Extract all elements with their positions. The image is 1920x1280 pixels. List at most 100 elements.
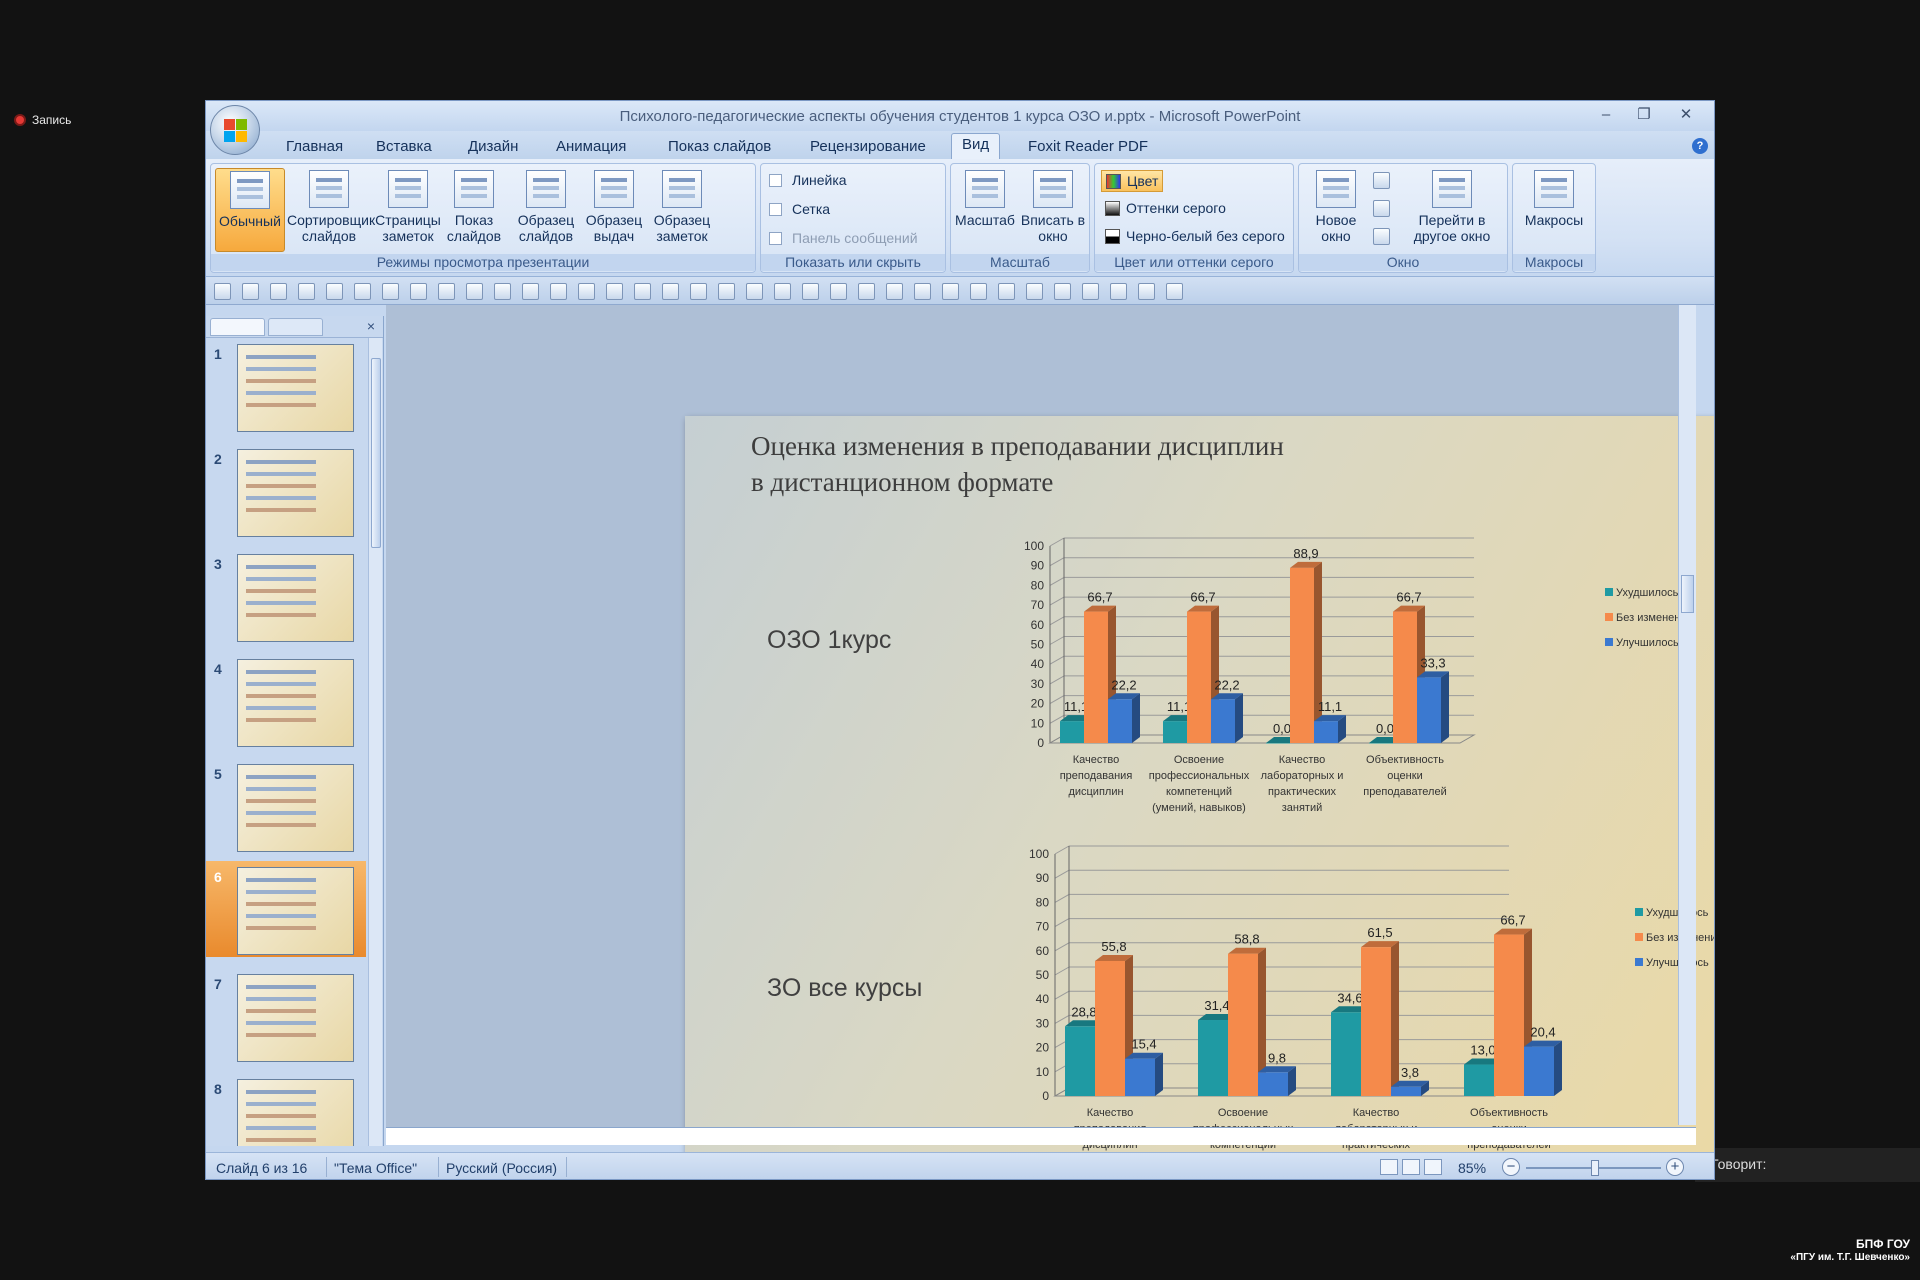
bar: [1494, 934, 1524, 1096]
textbox-icon[interactable]: [606, 283, 623, 300]
group-icon[interactable]: [578, 283, 595, 300]
crop-icon[interactable]: [438, 283, 455, 300]
send-back-icon[interactable]: [830, 283, 847, 300]
tab-slideshow[interactable]: Показ слайдов: [658, 136, 781, 157]
distribute-icon[interactable]: [970, 283, 987, 300]
slide-scrollbar[interactable]: [1678, 305, 1696, 1125]
align-icon[interactable]: [550, 283, 567, 300]
find-icon[interactable]: [662, 283, 679, 300]
switch-window-button[interactable]: Перейти в другое окно: [1399, 168, 1505, 252]
picture-icon[interactable]: [410, 283, 427, 300]
rotate-icon[interactable]: [1110, 283, 1127, 300]
notes-pane[interactable]: [386, 1127, 1696, 1145]
macros-button[interactable]: Макросы: [1519, 168, 1589, 252]
thumbnail-scrollbar[interactable]: [368, 338, 382, 1146]
office-button[interactable]: [210, 105, 260, 155]
gridline-diagonal: [1054, 918, 1070, 928]
customize-icon[interactable]: [1166, 283, 1183, 300]
thumbnail-slide-6[interactable]: 6: [206, 861, 366, 957]
category-label: оценки: [1387, 770, 1422, 782]
thumbnail-slide-3[interactable]: 3: [206, 548, 366, 644]
language-indicator[interactable]: Русский (Россия): [446, 1160, 557, 1176]
tab-animation[interactable]: Анимация: [546, 136, 636, 157]
tab-outline[interactable]: [268, 318, 323, 336]
tab-view[interactable]: Вид: [951, 133, 1001, 160]
sorter-view-status-icon[interactable]: [1402, 1159, 1420, 1175]
zoom-button[interactable]: Масштаб: [953, 168, 1017, 252]
save-icon[interactable]: [214, 283, 231, 300]
grayscale-button[interactable]: Оттенки серого: [1101, 198, 1230, 218]
bring-front-icon[interactable]: [802, 283, 819, 300]
fit-to-window-button[interactable]: Вписать в окно: [1019, 168, 1087, 252]
zoom-out-icon[interactable]: −: [1502, 1158, 1520, 1176]
minimize-button[interactable]: –: [1592, 104, 1620, 126]
current-slide[interactable]: Оценка изменения в преподавании дисципли…: [685, 416, 1714, 1179]
move-split-icon[interactable]: [1373, 228, 1390, 245]
bar: [1125, 1058, 1155, 1096]
thumbnail-slide-4[interactable]: 4: [206, 653, 366, 749]
chart-icon[interactable]: [886, 283, 903, 300]
table-icon[interactable]: [522, 283, 539, 300]
new-slide-icon[interactable]: [1026, 283, 1043, 300]
thumbnail-slide-2[interactable]: 2: [206, 443, 366, 539]
slide-sorter-button[interactable]: Сортировщик слайдов: [287, 168, 375, 252]
slideshow-status-icon[interactable]: [1424, 1159, 1442, 1175]
paste-icon[interactable]: [998, 283, 1015, 300]
preview-icon[interactable]: [354, 283, 371, 300]
spelling-icon[interactable]: [718, 283, 735, 300]
color-button[interactable]: Цвет: [1101, 170, 1164, 192]
tab-design[interactable]: Дизайн: [458, 136, 528, 157]
notes-master-button[interactable]: Образец заметок: [649, 168, 715, 252]
pane-close-icon[interactable]: ×: [367, 318, 375, 334]
tab-review[interactable]: Рецензирование: [800, 136, 936, 157]
format-icon[interactable]: [466, 283, 483, 300]
zoom-in-icon[interactable]: +: [1666, 1158, 1684, 1176]
slide-scroll-thumb[interactable]: [1681, 575, 1694, 613]
email-icon[interactable]: [382, 283, 399, 300]
tab-home[interactable]: Главная: [276, 136, 353, 157]
ruler-checkbox[interactable]: Линейка: [769, 172, 847, 188]
copy-icon[interactable]: [494, 283, 511, 300]
layout-icon[interactable]: [1054, 283, 1071, 300]
thumbnail-slide-8[interactable]: 8: [206, 1073, 366, 1146]
pure-bw-button[interactable]: Черно-белый без серого: [1101, 226, 1289, 246]
undo-dropdown-icon[interactable]: [270, 283, 287, 300]
zoom-icon[interactable]: [1138, 283, 1155, 300]
thumbnail-slide-1[interactable]: 1: [206, 338, 366, 434]
replace-icon[interactable]: [690, 283, 707, 300]
redo-icon[interactable]: [298, 283, 315, 300]
tab-foxit[interactable]: Foxit Reader PDF: [1018, 136, 1158, 157]
category-label: лабораторных и: [1261, 770, 1344, 782]
thumbnail-slide-7[interactable]: 7: [206, 968, 366, 1064]
arrange-icon[interactable]: [1082, 283, 1099, 300]
arrange-all-icon[interactable]: [1373, 172, 1390, 189]
print-icon[interactable]: [326, 283, 343, 300]
preview2-icon[interactable]: [914, 283, 931, 300]
slide-master-button[interactable]: Образец слайдов: [513, 168, 579, 252]
message-bar-checkbox[interactable]: Панель сообщений: [769, 230, 918, 246]
cascade-icon[interactable]: [1373, 200, 1390, 217]
zoom-percent[interactable]: 85%: [1458, 1160, 1486, 1176]
duplicate-icon[interactable]: [858, 283, 875, 300]
undo-icon[interactable]: [242, 283, 259, 300]
zoom-slider-knob[interactable]: [1591, 1160, 1599, 1176]
normal-view-status-icon[interactable]: [1380, 1159, 1398, 1175]
close-button[interactable]: ✕: [1672, 104, 1700, 126]
slide-show-button[interactable]: Показ слайдов: [443, 168, 505, 252]
tab-insert[interactable]: Вставка: [366, 136, 442, 157]
handout-master-button[interactable]: Образец выдач: [581, 168, 647, 252]
normal-view-button[interactable]: Обычный: [215, 168, 285, 252]
open-icon[interactable]: [746, 283, 763, 300]
thumbnail-slide-5[interactable]: 5: [206, 758, 366, 854]
select-icon[interactable]: [942, 283, 959, 300]
thumbnail-scroll-thumb[interactable]: [371, 358, 381, 548]
restore-button[interactable]: ❐: [1630, 104, 1658, 126]
shapes-icon[interactable]: [774, 283, 791, 300]
zoom-slider[interactable]: [1526, 1160, 1661, 1176]
grid-checkbox[interactable]: Сетка: [769, 201, 830, 217]
notes-page-button[interactable]: Страницы заметок: [373, 168, 443, 252]
new-window-button[interactable]: Новое окно: [1303, 168, 1369, 252]
edit-icon[interactable]: [634, 283, 651, 300]
tab-slides[interactable]: [210, 318, 265, 336]
help-icon[interactable]: ?: [1692, 138, 1708, 154]
